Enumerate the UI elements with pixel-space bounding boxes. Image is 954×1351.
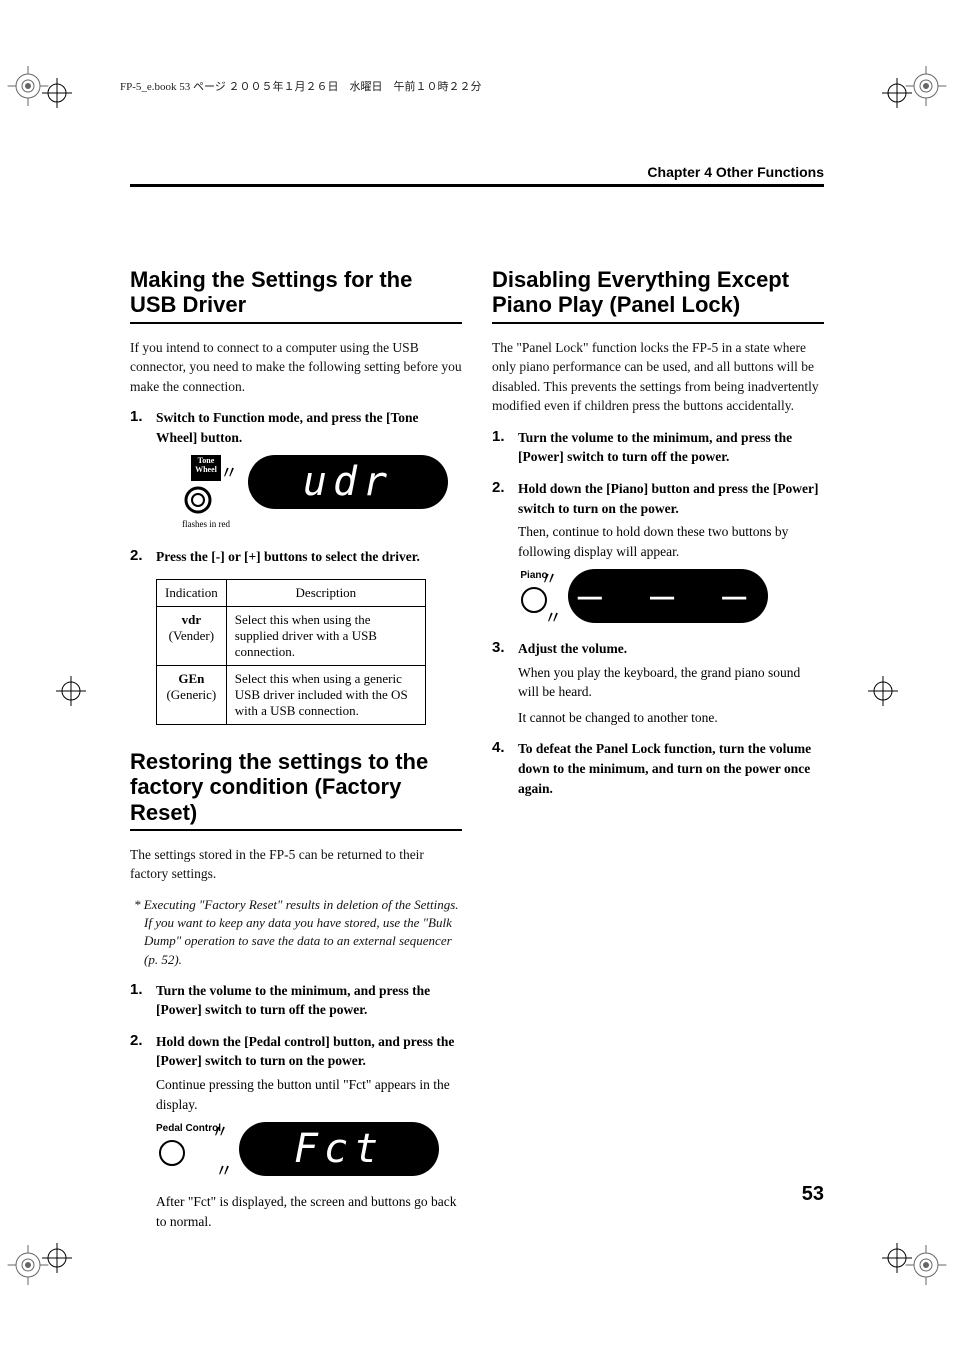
right-column: Disabling Everything Except Piano Play (… <box>492 267 824 1243</box>
driver-table: Indication Description vdr(Vender) Selec… <box>156 579 426 725</box>
factory-step-1: Turn the volume to the minimum, and pres… <box>130 981 462 1020</box>
chapter-rule <box>130 184 824 187</box>
factory-step-2: Hold down the [Pedal control] button, an… <box>130 1032 462 1231</box>
display-readout: udr <box>248 455 448 509</box>
content-columns: Making the Settings for the USB Driver I… <box>130 267 824 1243</box>
registration-mark-icon <box>42 78 72 108</box>
pedal-control-button-icon: Pedal Control 〃 〃 <box>156 1122 221 1169</box>
chapter-title: Chapter 4 Other Functions <box>130 164 824 180</box>
factory-intro: The settings stored in the FP-5 can be r… <box>130 845 462 884</box>
chapter-header-block: Chapter 4 Other Functions <box>130 164 824 187</box>
panel-step-2: Hold down the [Piano] button and press t… <box>492 479 824 623</box>
table-header-description: Description <box>226 580 425 607</box>
piano-button-icon: Piano 〃 〃 <box>518 569 550 616</box>
cell-description: Select this when using a generic USB dri… <box>226 666 425 725</box>
display-readout: Fct <box>239 1122 439 1176</box>
file-header: FP-5_e.book 53 ページ ２００５年１月２６日 水曜日 午前１０時２… <box>120 78 894 94</box>
factory-figure: Pedal Control 〃 〃 Fct <box>156 1122 462 1176</box>
usb-step-2: Press the [-] or [+] buttons to select t… <box>130 547 462 567</box>
table-row: Indication Description <box>157 580 426 607</box>
section-rule <box>130 322 462 324</box>
registration-mark-icon <box>882 78 912 108</box>
section-rule <box>492 322 824 324</box>
table-header-indication: Indication <box>157 580 227 607</box>
usb-steps: Switch to Function mode, and press the [… <box>130 408 462 567</box>
section-title-panel-lock: Disabling Everything Except Piano Play (… <box>492 267 824 318</box>
page: FP-5_e.book 53 ページ ２００５年１月２６日 水曜日 午前１０時２… <box>0 0 954 1351</box>
usb-step-1: Switch to Function mode, and press the [… <box>130 408 462 531</box>
registration-mark-icon <box>42 1243 72 1273</box>
cell-indication: vdr(Vender) <box>157 607 227 666</box>
cell-indication: GEn(Generic) <box>157 666 227 725</box>
usb-intro: If you intend to connect to a computer u… <box>130 338 462 397</box>
registration-mark-icon <box>868 676 898 706</box>
page-number: 53 <box>802 1183 824 1206</box>
left-column: Making the Settings for the USB Driver I… <box>130 267 462 1243</box>
section-title-factory: Restoring the settings to the factory co… <box>130 749 462 825</box>
panel-lock-steps: Turn the volume to the minimum, and pres… <box>492 428 824 798</box>
section-rule <box>130 829 462 831</box>
table-row: GEn(Generic) Select this when using a ge… <box>157 666 426 725</box>
panel-step-3: Adjust the volume. When you play the key… <box>492 639 824 727</box>
factory-steps: Turn the volume to the minimum, and pres… <box>130 981 462 1232</box>
registration-mark-icon <box>56 676 86 706</box>
factory-note: * Executing "Factory Reset" results in d… <box>144 896 462 969</box>
table-row: vdr(Vender) Select this when using the s… <box>157 607 426 666</box>
panel-step-1: Turn the volume to the minimum, and pres… <box>492 428 824 467</box>
display-readout: – – – <box>568 569 768 623</box>
tone-wheel-button-icon: ToneWheel 〃 flashes in red <box>182 455 230 531</box>
panel-step-4: To defeat the Panel Lock function, turn … <box>492 739 824 798</box>
cell-description: Select this when using the supplied driv… <box>226 607 425 666</box>
panel-figure: Piano 〃 〃 – – – <box>518 569 824 623</box>
registration-mark-icon <box>882 1243 912 1273</box>
panel-lock-intro: The "Panel Lock" function locks the FP-5… <box>492 338 824 416</box>
section-title-usb: Making the Settings for the USB Driver <box>130 267 462 318</box>
usb-figure-1: ToneWheel 〃 flashes in red udr <box>182 455 462 531</box>
